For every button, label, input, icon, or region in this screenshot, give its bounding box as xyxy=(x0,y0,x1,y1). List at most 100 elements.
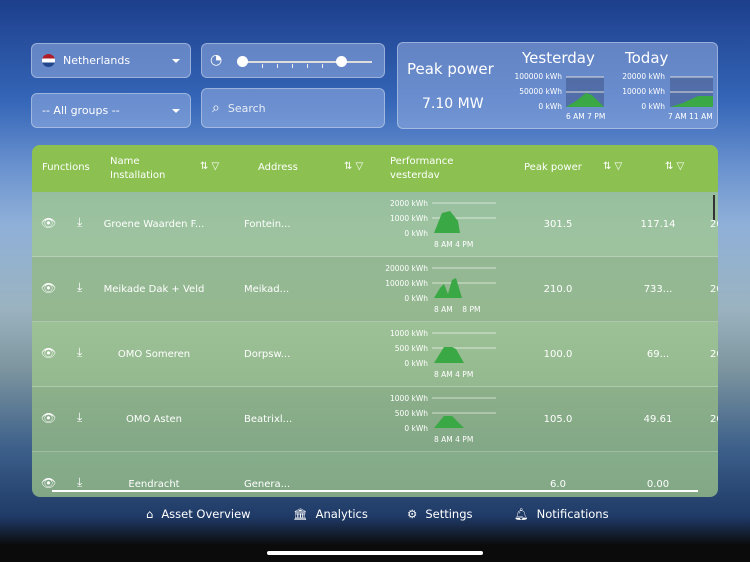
performance-chart: 2000 kWh 1000 kWh 0 kWh 8 AM 4 PM xyxy=(390,199,496,249)
home-icon: ⌂ xyxy=(146,507,154,521)
nav-analytics[interactable]: 🏛︎ Analytics xyxy=(293,507,368,521)
x-label: 6 AM 7 PM xyxy=(566,112,605,121)
search-input[interactable]: Search xyxy=(228,102,266,115)
extra: 20 xyxy=(710,414,718,425)
horizontal-scrollbar[interactable] xyxy=(52,490,698,492)
sort-filter-icon[interactable]: ⇅ ▽ xyxy=(200,161,219,172)
peak-power: 100.0 xyxy=(543,349,573,360)
installations-table: Functions Name Installation ⇅ ▽ Address … xyxy=(32,145,718,497)
address: Genera... xyxy=(244,479,291,490)
eye-icon[interactable]: 👁︎ xyxy=(41,281,56,295)
group-value: -- All groups -- xyxy=(42,104,120,117)
peak-power: 105.0 xyxy=(543,414,573,425)
today-title: Today xyxy=(625,49,669,67)
address: Fontein... xyxy=(244,219,291,230)
installation-name[interactable]: Meikade Dak + Veld xyxy=(94,284,214,295)
country-dropdown[interactable]: Netherlands xyxy=(31,43,191,78)
y-tick: 0 kWh xyxy=(404,229,428,238)
slider-tick xyxy=(262,64,263,68)
slider-max-handle[interactable] xyxy=(336,56,347,67)
value: 49.61 xyxy=(643,414,673,425)
vertical-scrollbar[interactable] xyxy=(713,195,715,220)
x-label: 8 AM 8 PM xyxy=(434,305,480,314)
power-range-slider[interactable]: ◔ xyxy=(201,43,385,78)
slider-track[interactable] xyxy=(242,61,372,63)
y-tick: 0 kWh xyxy=(404,294,428,303)
y-tick: 10000 kWh xyxy=(622,87,665,96)
search-field[interactable]: ⌕ Search xyxy=(201,88,385,128)
peak-power: 6.0 xyxy=(550,479,566,490)
y-tick: 20000 kWh xyxy=(622,72,665,81)
performance-chart: 20000 kWh 10000 kWh 0 kWh 8 AM 8 PM xyxy=(385,264,496,314)
download-icon[interactable]: ⤓ xyxy=(77,280,82,295)
home-indicator xyxy=(267,551,483,555)
col-peak-power[interactable]: Peak power xyxy=(524,162,582,173)
sort-filter-icon[interactable]: ⇅ ▽ xyxy=(603,161,622,172)
value: 117.14 xyxy=(640,219,676,230)
sort-filter-icon[interactable]: ⇅ ▽ xyxy=(665,161,684,172)
yesterday-title: Yesterday xyxy=(522,49,595,67)
peak-power-label: Peak power xyxy=(407,60,494,78)
table-row[interactable]: 👁︎ ⤓ Groene Waarden F... Fontein... 301.… xyxy=(32,192,718,257)
value: 0.00 xyxy=(646,479,670,490)
download-icon[interactable]: ⤓ xyxy=(77,345,82,360)
y-tick: 1000 kWh xyxy=(390,394,428,403)
extra: 20 xyxy=(710,349,718,360)
sort-filter-icon[interactable]: ⇅ ▽ xyxy=(344,161,363,172)
slider-min-handle[interactable] xyxy=(237,56,248,67)
gauge-icon: ◔ xyxy=(210,52,223,68)
table-row[interactable]: 👁︎ ⤓ Meikade Dak + Veld Meikad... 210.0 … xyxy=(32,257,718,322)
nav-label: Asset Overview xyxy=(161,507,251,521)
nav-settings[interactable]: ⚙ Settings xyxy=(407,507,472,521)
nav-asset-overview[interactable]: ⌂ Asset Overview xyxy=(146,507,251,521)
installation-name[interactable]: OMO Someren xyxy=(94,349,214,360)
chevron-down-icon xyxy=(172,58,180,63)
eye-icon[interactable]: 👁︎ xyxy=(41,216,56,230)
installation-name[interactable]: Eendracht xyxy=(94,479,214,490)
summary-charts: 100000 kWh 50000 kWh 0 kWh 6 AM 7 PM 200… xyxy=(514,72,713,121)
download-icon[interactable]: ⤓ xyxy=(77,410,82,425)
eye-icon[interactable]: 👁︎ xyxy=(41,346,56,360)
y-tick: 0 kWh xyxy=(404,424,428,433)
installation-name[interactable]: OMO Asten xyxy=(94,414,214,425)
eye-icon[interactable]: 👁︎ xyxy=(41,411,56,425)
value: 733... xyxy=(643,284,673,295)
col-performance: Performance vesterdav xyxy=(390,156,454,181)
eye-icon[interactable]: 👁︎ xyxy=(41,476,56,490)
y-tick: 50000 kWh xyxy=(519,87,562,96)
nav-label: Analytics xyxy=(315,507,368,521)
performance-area xyxy=(434,347,464,363)
download-icon[interactable]: ⤓ xyxy=(77,475,82,490)
group-dropdown[interactable]: -- All groups -- xyxy=(31,93,191,128)
y-tick: 2000 kWh xyxy=(390,199,428,208)
x-label: 7 AM 11 AM xyxy=(668,112,713,121)
y-tick: 1000 kWh xyxy=(390,214,428,223)
summary-panel: Peak power 7.10 MW Yesterday Today 10000… xyxy=(397,42,718,129)
nav-label: Settings xyxy=(425,507,473,521)
performance-chart: 1000 kWh 500 kWh 0 kWh 8 AM 4 PM xyxy=(390,394,496,444)
y-tick: 500 kWh xyxy=(395,344,428,353)
col-address[interactable]: Address xyxy=(258,162,298,173)
col-functions: Functions xyxy=(42,162,90,173)
extra: 20 xyxy=(710,219,718,230)
address: Beatrixl... xyxy=(244,414,293,425)
col-name[interactable]: Name Installation xyxy=(110,155,165,183)
address: Meikad... xyxy=(244,284,290,295)
bank-icon: 🏛︎ xyxy=(293,507,308,521)
nav-label: Notifications xyxy=(536,507,609,521)
installation-name[interactable]: Groene Waarden F... xyxy=(94,219,214,230)
performance-area xyxy=(434,416,464,428)
slider-tick xyxy=(292,64,293,68)
performance-chart: 1000 kWh 500 kWh 0 kWh 8 AM 4 PM xyxy=(390,329,496,379)
performance-area xyxy=(434,211,460,233)
download-icon[interactable]: ⤓ xyxy=(77,215,82,230)
value: 69... xyxy=(646,349,670,360)
table-row[interactable]: 👁︎ ⤓ OMO Asten Beatrixl... 105.0 49.61 2… xyxy=(32,387,718,452)
peak-power: 301.5 xyxy=(543,219,573,230)
y-tick: 100000 kWh xyxy=(514,72,562,81)
y-tick: 20000 kWh xyxy=(385,264,428,273)
table-row[interactable]: 👁︎ ⤓ OMO Someren Dorpsw... 100.0 69... 2… xyxy=(32,322,718,387)
nav-notifications[interactable]: 🔔︎ Notifications xyxy=(514,507,609,521)
y-tick: 500 kWh xyxy=(395,409,428,418)
table-header: Functions Name Installation ⇅ ▽ Address … xyxy=(32,145,718,192)
